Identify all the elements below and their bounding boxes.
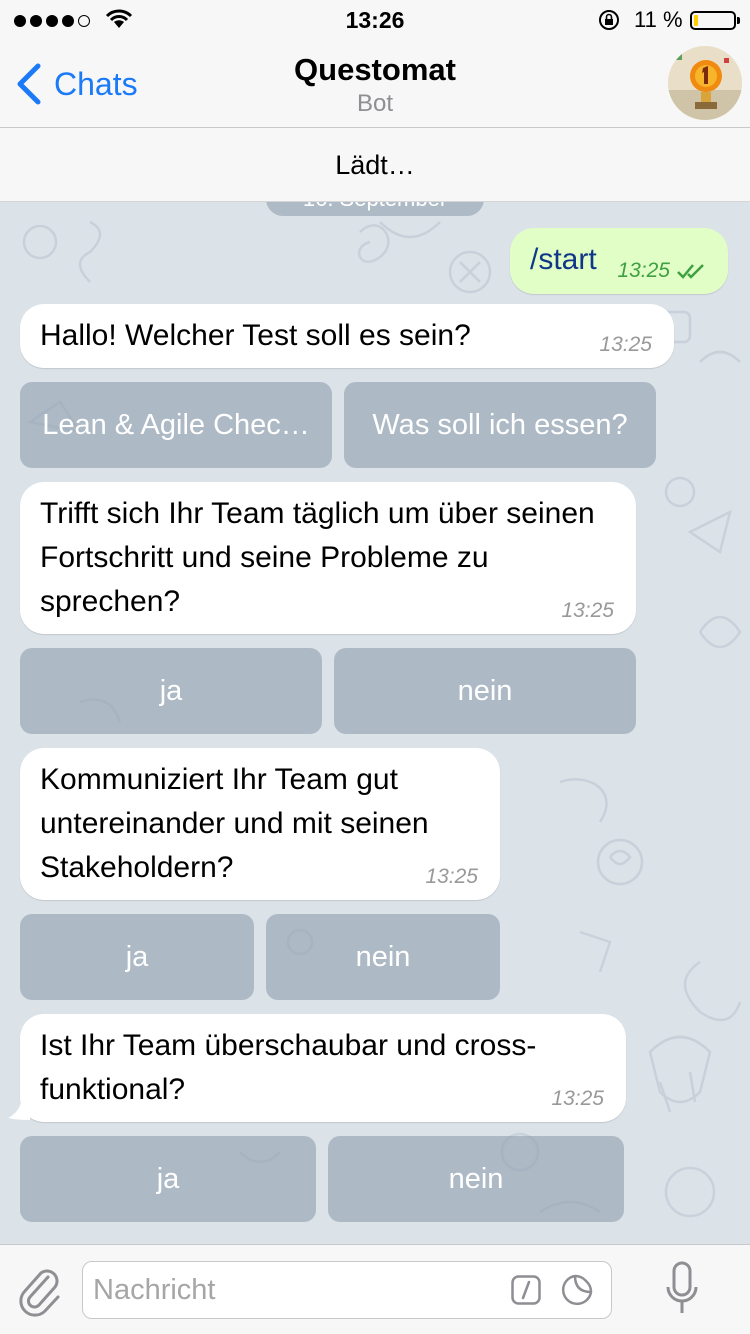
battery-icon xyxy=(690,11,740,30)
message-meta: 13:25 xyxy=(617,260,706,282)
message-time: 13:25 xyxy=(599,333,652,356)
incoming-message: Hallo! Welcher Test soll es sein? 13:25 xyxy=(20,304,674,368)
message-input[interactable] xyxy=(93,1262,493,1318)
inline-button-ja[interactable]: ja xyxy=(20,648,322,734)
slash-command-icon[interactable] xyxy=(511,1275,541,1305)
message-time: 13:25 xyxy=(425,865,478,888)
inline-button-test-essen[interactable]: Was soll ich essen? xyxy=(344,382,656,468)
incoming-message: Ist Ihr Team überschaubar und cross-funk… xyxy=(20,1014,626,1122)
message-text: /start xyxy=(530,243,597,276)
inline-button-nein[interactable]: nein xyxy=(334,648,636,734)
microphone-icon[interactable] xyxy=(664,1259,700,1321)
chat-title: Questomat xyxy=(294,52,456,87)
message-input-bar xyxy=(0,1244,750,1334)
navigation-bar: Chats Questomat Bot xyxy=(0,40,750,128)
message-time: 13:25 xyxy=(617,259,670,282)
rotation-lock-icon xyxy=(599,10,619,30)
chat-area[interactable]: 16. September /start 13:25 Hallo! Welche… xyxy=(0,202,750,1244)
inline-button-nein[interactable]: nein xyxy=(328,1136,624,1222)
incoming-message: Trifft sich Ihr Team täglich um über sei… xyxy=(20,482,636,634)
battery-percent: 11 % xyxy=(634,7,683,32)
sticker-icon[interactable] xyxy=(561,1274,593,1306)
date-separator: 16. September xyxy=(266,202,484,216)
inline-button-ja[interactable]: ja xyxy=(20,1136,316,1222)
message-text: Trifft sich Ihr Team täglich um über sei… xyxy=(40,497,595,618)
message-time: 13:25 xyxy=(561,599,614,622)
message-time: 13:25 xyxy=(551,1087,604,1110)
outgoing-message: /start 13:25 xyxy=(510,228,728,294)
inline-button-nein[interactable]: nein xyxy=(266,914,500,1000)
loading-banner: Lädt… xyxy=(0,128,750,202)
bot-avatar[interactable] xyxy=(668,46,742,120)
message-text: Hallo! Welcher Test soll es sein? xyxy=(40,319,471,352)
message-text: Ist Ihr Team überschaubar und cross-funk… xyxy=(40,1029,537,1106)
status-bar: 13:26 11 % xyxy=(0,0,750,40)
trophy-avatar-image xyxy=(668,46,742,120)
double-check-icon xyxy=(677,264,704,279)
chat-subtitle: Bot xyxy=(356,90,394,117)
message-field xyxy=(82,1261,612,1319)
bubble-tail xyxy=(8,1098,30,1120)
paperclip-icon[interactable] xyxy=(18,1263,62,1317)
message-text: Kommuniziert Ihr Team gut untereinander … xyxy=(40,763,429,884)
incoming-message: Kommuniziert Ihr Team gut untereinander … xyxy=(20,748,500,900)
inline-button-ja[interactable]: ja xyxy=(20,914,254,1000)
inline-button-test-lean-agile[interactable]: Lean & Agile Chec… xyxy=(20,382,332,468)
